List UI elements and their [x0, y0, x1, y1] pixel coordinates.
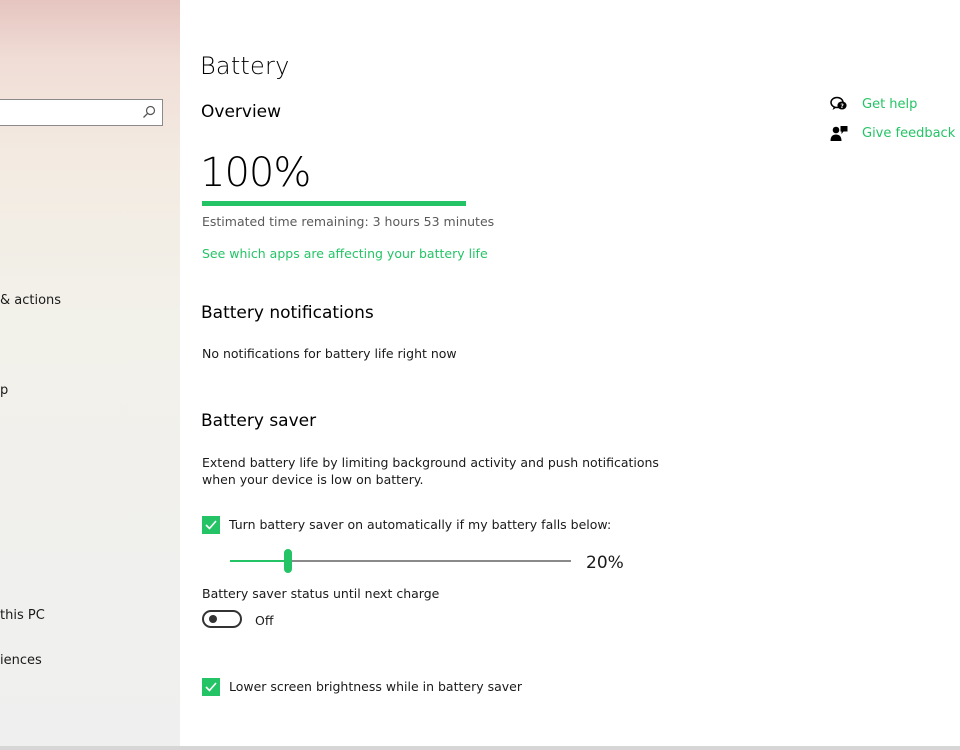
toggle-knob [209, 615, 217, 623]
auto-battery-saver-checkbox[interactable] [202, 516, 220, 534]
battery-threshold-slider-thumb[interactable] [283, 549, 292, 573]
lower-brightness-label: Lower screen brightness while in battery… [229, 679, 522, 694]
battery-saver-heading: Battery saver [201, 411, 317, 431]
search-icon [143, 105, 156, 118]
main-content: Battery Overview 100% Estimated time rem… [180, 0, 960, 750]
battery-saver-description-line2: when your device is low on battery. [202, 472, 424, 487]
battery-percentage: 100% [200, 150, 311, 196]
apps-affecting-battery-link[interactable]: See which apps are affecting your batter… [202, 246, 488, 261]
sidebar-item-shared-experiences[interactable]: iences [0, 653, 42, 668]
estimated-time-remaining: Estimated time remaining: 3 hours 53 min… [202, 214, 495, 229]
sidebar-item-projecting-to-this-pc[interactable]: this PC [0, 608, 45, 623]
svg-text:?: ? [840, 103, 844, 110]
auto-battery-saver-label: Turn battery saver on automatically if m… [229, 517, 612, 532]
battery-saver-toggle-state: Off [255, 613, 274, 628]
sidebar-item-power-sleep[interactable]: p [0, 383, 8, 398]
sidebar: & actions p this PC iences [0, 0, 180, 750]
battery-threshold-value: 20% [586, 553, 624, 573]
chat-help-icon: ? [830, 96, 847, 110]
checkmark-icon [205, 682, 217, 692]
search-input[interactable] [0, 99, 163, 126]
feedback-person-icon [830, 126, 848, 141]
notifications-status-text: No notifications for battery life right … [202, 346, 457, 361]
battery-saver-status-label: Battery saver status until next charge [202, 586, 440, 601]
battery-saver-description-line1: Extend battery life by limiting backgrou… [202, 455, 659, 470]
taskbar-edge [0, 746, 960, 750]
battery-saver-toggle[interactable] [202, 610, 242, 628]
give-feedback-label: Give feedback [862, 126, 956, 141]
sidebar-item-notifications-actions[interactable]: & actions [0, 293, 61, 308]
battery-level-fill [202, 201, 466, 206]
battery-notifications-heading: Battery notifications [201, 303, 374, 323]
battery-threshold-slider-track[interactable] [230, 560, 571, 562]
battery-threshold-slider-fill [230, 560, 288, 562]
battery-level-bar [202, 201, 466, 206]
overview-heading: Overview [201, 102, 282, 122]
checkmark-icon [205, 520, 217, 530]
page-title: Battery [200, 52, 290, 80]
lower-brightness-checkbox[interactable] [202, 678, 220, 696]
get-help-label: Get help [862, 97, 918, 112]
